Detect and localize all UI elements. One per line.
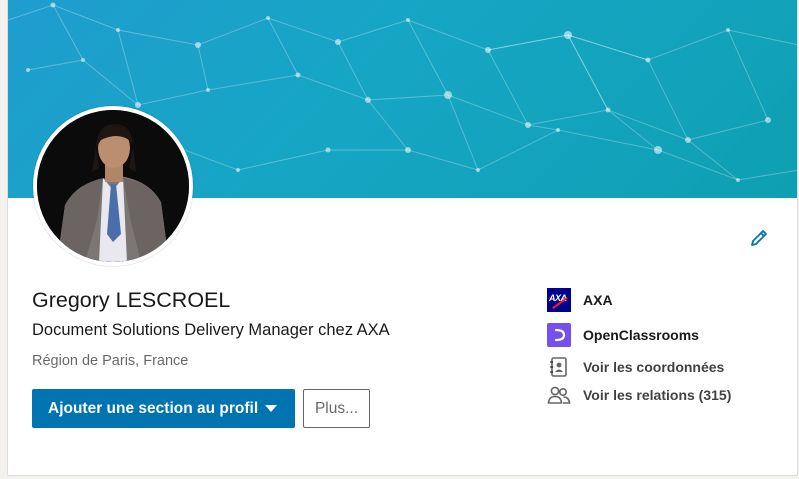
add-profile-section-label: Ajouter une section au profil (48, 399, 259, 417)
current-company-label: AXA (583, 292, 613, 308)
pencil-icon (749, 228, 769, 253)
edit-profile-button[interactable] (748, 229, 770, 251)
profile-photo[interactable] (33, 106, 193, 266)
more-actions-button[interactable]: Plus... (303, 389, 370, 428)
connections-label: Voir les relations (315) (583, 387, 732, 403)
openclassrooms-logo-icon (547, 323, 571, 347)
profile-name: Gregory LESCROEL (32, 288, 231, 312)
contact-info-label: Voir les coordonnées (583, 359, 725, 375)
profile-location: Région de Paris, France (32, 353, 189, 369)
profile-card: Gregory LESCROEL Document Solutions Deli… (7, 0, 798, 476)
axa-logo-icon: AXA (547, 288, 571, 312)
caret-down-icon (265, 405, 277, 412)
more-actions-label: Plus... (314, 399, 359, 417)
contact-info-link[interactable]: Voir les coordonnées (547, 355, 724, 379)
current-company-link[interactable]: AXA AXA (547, 288, 613, 312)
profile-headline: Document Solutions Delivery Manager chez… (32, 321, 390, 339)
add-profile-section-button[interactable]: Ajouter une section au profil (32, 389, 295, 428)
education-label: OpenClassrooms (583, 327, 699, 343)
address-book-icon (547, 355, 571, 379)
education-link[interactable]: OpenClassrooms (547, 323, 699, 347)
connections-link[interactable]: Voir les relations (315) (547, 383, 731, 407)
people-icon (547, 383, 571, 407)
